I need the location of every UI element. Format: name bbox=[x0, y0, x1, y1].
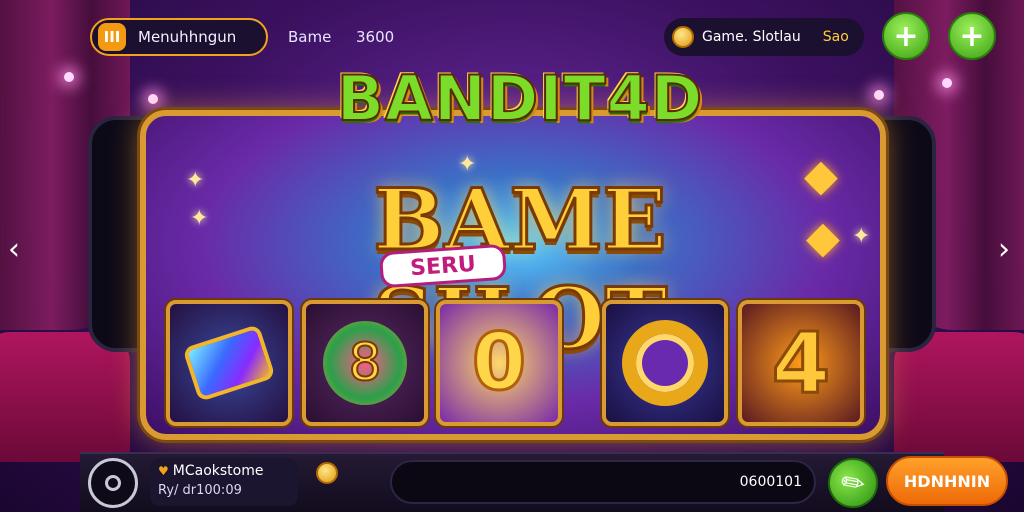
reel-1[interactable] bbox=[166, 300, 292, 426]
ceiling-light bbox=[874, 90, 884, 100]
menu-logo-icon: III bbox=[98, 23, 126, 51]
user-icon bbox=[105, 475, 121, 491]
reel-4[interactable] bbox=[602, 300, 728, 426]
number-icon: 4 bbox=[770, 313, 831, 414]
reel-5[interactable]: 4 bbox=[738, 300, 864, 426]
menu-label: Menuhhngun bbox=[138, 28, 237, 46]
menu-pill[interactable]: III Menuhhngun bbox=[90, 18, 268, 56]
sofa-right bbox=[894, 332, 1024, 462]
bet-field[interactable]: 0600101 bbox=[390, 460, 816, 504]
user-name: MCaokstome bbox=[172, 463, 264, 479]
sun-icon: 0 bbox=[470, 317, 527, 410]
pen-icon: ✎ bbox=[833, 462, 873, 504]
reel-3[interactable]: 0 bbox=[436, 300, 562, 426]
add-button[interactable]: + bbox=[882, 12, 930, 60]
add-button-secondary[interactable]: + bbox=[948, 12, 996, 60]
game-label: Game. Slotlau bbox=[702, 29, 801, 45]
gem-icon bbox=[182, 324, 276, 402]
star-badge-icon: 8 bbox=[323, 321, 407, 405]
reel-2[interactable]: 8 bbox=[302, 300, 428, 426]
sparkle-icon: ✦ bbox=[190, 206, 209, 231]
coin-icon bbox=[672, 26, 694, 48]
prev-arrow-icon[interactable]: ‹ bbox=[8, 232, 20, 267]
ceiling-light bbox=[148, 94, 158, 104]
sparkle-icon: ✦ bbox=[186, 168, 205, 193]
next-arrow-icon[interactable]: › bbox=[998, 232, 1010, 267]
coin-icon bbox=[316, 462, 338, 484]
brand-logo: BANDIT4D bbox=[336, 61, 704, 136]
game-balance-pill[interactable]: Game. Slotlau Sao bbox=[664, 18, 864, 56]
center-label: Bame bbox=[288, 28, 332, 46]
ceiling-light bbox=[64, 72, 74, 82]
center-value: 3600 bbox=[356, 28, 395, 46]
game-amount: Sao bbox=[822, 29, 849, 45]
user-info: ♥ MCaokstome Ry/ dr100:09 bbox=[150, 458, 298, 506]
ceiling-light bbox=[942, 78, 952, 88]
user-subtitle: Ry/ dr100:09 bbox=[158, 483, 242, 498]
sparkle-icon: ✦ bbox=[852, 224, 871, 249]
heart-icon: ♥ bbox=[158, 464, 169, 478]
action-button[interactable]: HDNHNIN bbox=[886, 456, 1008, 506]
ring-icon bbox=[622, 320, 708, 406]
avatar[interactable] bbox=[88, 458, 138, 508]
bet-value: 0600101 bbox=[739, 474, 802, 490]
seru-tag-label: SERU bbox=[409, 251, 477, 281]
